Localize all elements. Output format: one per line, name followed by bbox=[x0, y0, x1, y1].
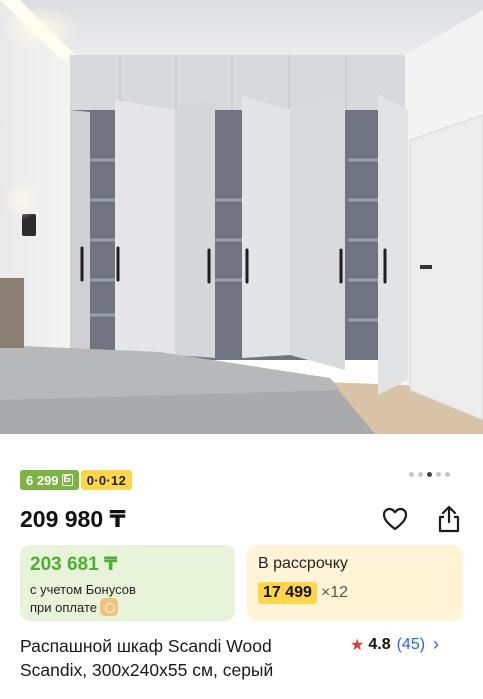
share-icon[interactable] bbox=[434, 504, 464, 534]
installment-monthly: 17 499 bbox=[258, 582, 317, 604]
product-photo[interactable] bbox=[0, 0, 483, 434]
rating-count[interactable]: (45) bbox=[397, 636, 425, 654]
carousel-indicator[interactable] bbox=[409, 472, 450, 477]
product-rating[interactable]: ★ 4.8 (45) › bbox=[350, 634, 439, 655]
bonus-price: 203 681 ₸ bbox=[30, 554, 118, 575]
carousel-dot[interactable] bbox=[418, 472, 423, 477]
bonus-badge: 6 299 Б bbox=[20, 470, 79, 490]
chevron-right-icon[interactable]: › bbox=[433, 634, 439, 655]
bonus-note-line1: с учетом Бонусов bbox=[30, 582, 136, 597]
carousel-dot[interactable] bbox=[409, 472, 414, 477]
carousel-dot[interactable] bbox=[445, 472, 450, 477]
carousel-dot[interactable] bbox=[436, 472, 441, 477]
product-actions bbox=[380, 504, 464, 534]
installment-badge: 0·0·12 bbox=[80, 470, 133, 490]
bonus-badge-currency: Б bbox=[61, 474, 73, 486]
installment-multiplier: ×12 bbox=[320, 584, 349, 601]
bonus-note: с учетом Бонусов при оплате bbox=[30, 581, 225, 616]
product-title: Распашной шкаф Scandi Wood Scandix, 300x… bbox=[20, 636, 274, 680]
bonus-coin-icon bbox=[99, 598, 118, 616]
installment-card[interactable]: В рассрочку 17 499 ×12 bbox=[247, 545, 463, 621]
bonus-note-line2: при оплате bbox=[30, 600, 97, 615]
heart-icon[interactable] bbox=[380, 504, 410, 534]
bonus-price-card[interactable]: 203 681 ₸ с учетом Бонусов при оплате bbox=[20, 545, 235, 621]
installment-label: В рассрочку bbox=[258, 555, 348, 572]
carousel-dot-active[interactable] bbox=[427, 472, 432, 477]
promo-badges: 6 299 Б 0·0·12 bbox=[20, 470, 133, 490]
rating-score: 4.8 bbox=[368, 635, 391, 653]
product-price: 209 980 ₸ bbox=[20, 506, 126, 532]
star-icon: ★ bbox=[350, 636, 365, 654]
bonus-badge-amount: 6 299 bbox=[26, 472, 59, 488]
